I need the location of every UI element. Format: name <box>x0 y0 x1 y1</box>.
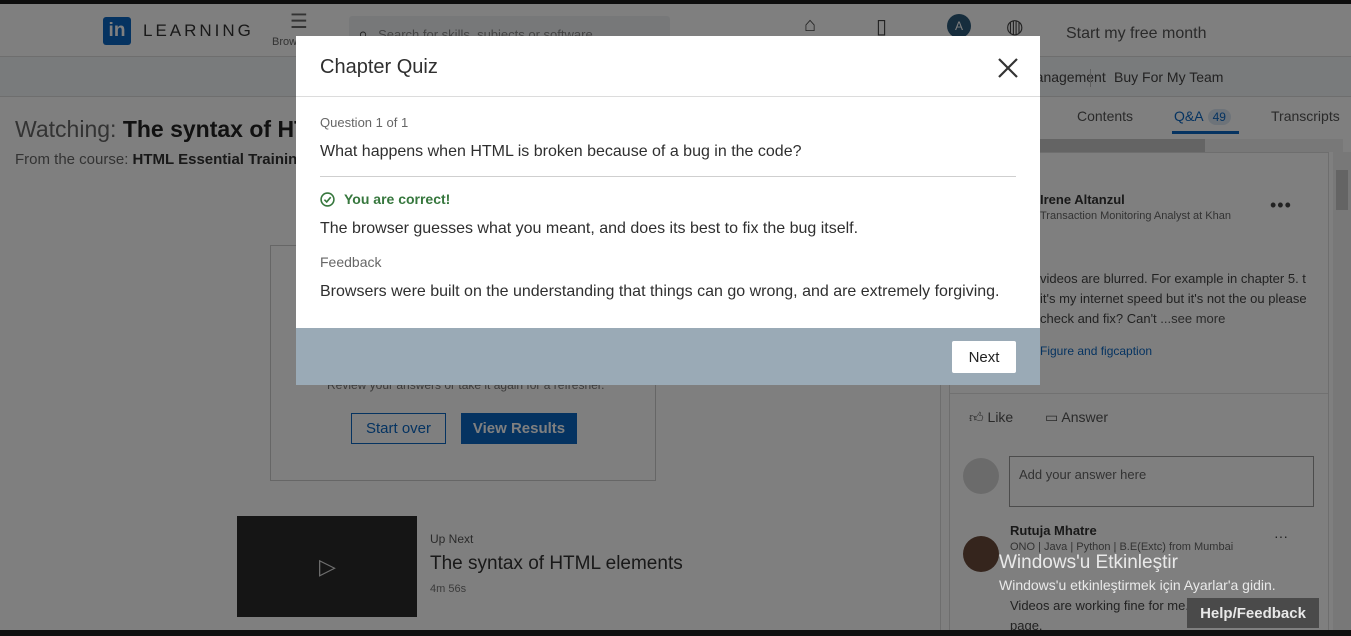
chapter-quiz-modal: Chapter Quiz Question 1 of 1 What happen… <box>296 36 1040 385</box>
modal-header: Chapter Quiz <box>296 36 1040 97</box>
help-feedback-button[interactable]: Help/Feedback <box>1187 598 1319 628</box>
divider <box>320 176 1016 177</box>
question-counter: Question 1 of 1 <box>320 115 409 130</box>
modal-footer: Next <box>296 328 1040 385</box>
selected-answer: The browser guesses what you meant, and … <box>320 220 859 237</box>
result-label: You are correct! <box>344 191 451 207</box>
next-button[interactable]: Next <box>952 341 1016 373</box>
close-icon <box>998 58 1018 78</box>
check-circle-icon <box>320 191 335 207</box>
windows-activation-subtitle: Windows'u etkinleştirmek için Ayarlar'a … <box>999 577 1276 593</box>
result-status: You are correct! <box>320 191 450 207</box>
close-button[interactable] <box>994 54 1022 82</box>
feedback-label: Feedback <box>320 254 382 270</box>
windows-activation-title: Windows'u Etkinleştir <box>999 552 1178 573</box>
feedback-text: Browsers were built on the understanding… <box>320 283 1000 300</box>
modal-title: Chapter Quiz <box>320 56 438 78</box>
question-text: What happens when HTML is broken because… <box>320 143 802 160</box>
